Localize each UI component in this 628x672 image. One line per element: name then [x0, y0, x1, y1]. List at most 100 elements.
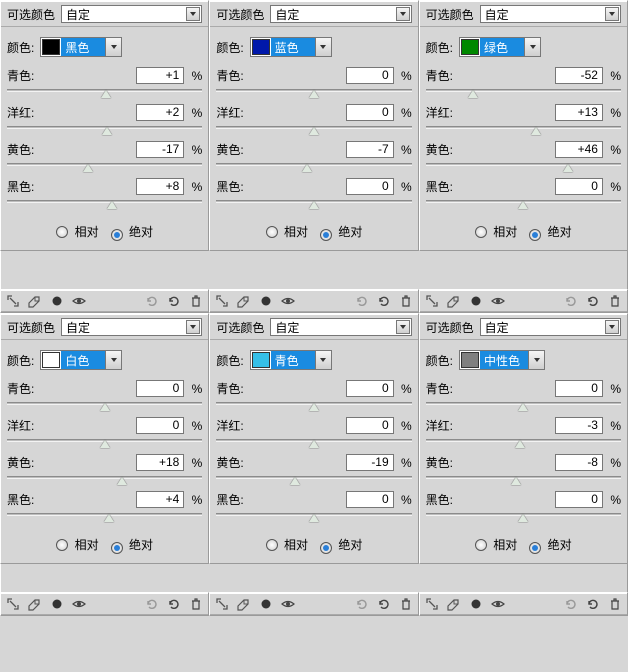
- reset-icon[interactable]: [354, 294, 370, 308]
- color-dropdown[interactable]: 黑色: [40, 37, 122, 57]
- hand-icon[interactable]: [424, 597, 440, 611]
- cyan-slider[interactable]: [216, 86, 411, 100]
- hand-icon[interactable]: [5, 294, 21, 308]
- magenta-input[interactable]: 0: [346, 417, 394, 434]
- refresh-icon[interactable]: [166, 294, 182, 308]
- magenta-slider[interactable]: [7, 436, 202, 450]
- circle-filled-icon[interactable]: [468, 597, 484, 611]
- black-slider[interactable]: [426, 510, 621, 524]
- absolute-radio-label[interactable]: 绝对: [111, 536, 153, 553]
- relative-radio[interactable]: [266, 539, 278, 551]
- relative-radio-label[interactable]: 相对: [266, 223, 308, 240]
- preset-dropdown[interactable]: 自定: [480, 318, 621, 336]
- yellow-slider[interactable]: [7, 473, 202, 487]
- magenta-input[interactable]: -3: [555, 417, 603, 434]
- circle-filled-icon[interactable]: [49, 294, 65, 308]
- refresh-icon[interactable]: [376, 294, 392, 308]
- relative-radio[interactable]: [56, 539, 68, 551]
- clip-icon[interactable]: [446, 597, 462, 611]
- cyan-input[interactable]: +1: [136, 67, 184, 84]
- relative-radio-label[interactable]: 相对: [56, 536, 98, 553]
- cyan-slider[interactable]: [426, 399, 621, 413]
- cyan-slider[interactable]: [426, 86, 621, 100]
- trash-icon[interactable]: [188, 597, 204, 611]
- black-input[interactable]: 0: [346, 178, 394, 195]
- reset-icon[interactable]: [144, 294, 160, 308]
- preset-dropdown[interactable]: 自定: [61, 318, 202, 336]
- eye-icon[interactable]: [280, 597, 296, 611]
- preset-dropdown[interactable]: 自定: [270, 318, 411, 336]
- magenta-slider[interactable]: [426, 123, 621, 137]
- clip-icon[interactable]: [446, 294, 462, 308]
- relative-radio-label[interactable]: 相对: [475, 536, 517, 553]
- relative-radio[interactable]: [266, 226, 278, 238]
- black-slider[interactable]: [216, 510, 411, 524]
- color-dropdown[interactable]: 绿色: [459, 37, 541, 57]
- eye-icon[interactable]: [490, 597, 506, 611]
- yellow-input[interactable]: -19: [346, 454, 394, 471]
- black-slider[interactable]: [7, 510, 202, 524]
- relative-radio-label[interactable]: 相对: [475, 223, 517, 240]
- yellow-slider[interactable]: [216, 473, 411, 487]
- relative-radio[interactable]: [475, 226, 487, 238]
- absolute-radio-label[interactable]: 绝对: [529, 536, 571, 553]
- relative-radio[interactable]: [56, 226, 68, 238]
- preset-dropdown[interactable]: 自定: [61, 5, 202, 23]
- magenta-input[interactable]: +2: [136, 104, 184, 121]
- reset-icon[interactable]: [563, 294, 579, 308]
- hand-icon[interactable]: [424, 294, 440, 308]
- trash-icon[interactable]: [398, 597, 414, 611]
- cyan-slider[interactable]: [216, 399, 411, 413]
- magenta-input[interactable]: +13: [555, 104, 603, 121]
- refresh-icon[interactable]: [585, 294, 601, 308]
- black-input[interactable]: 0: [555, 178, 603, 195]
- black-slider[interactable]: [7, 197, 202, 211]
- cyan-input[interactable]: 0: [136, 380, 184, 397]
- refresh-icon[interactable]: [166, 597, 182, 611]
- cyan-slider[interactable]: [7, 86, 202, 100]
- absolute-radio-label[interactable]: 绝对: [111, 223, 153, 240]
- yellow-slider[interactable]: [216, 160, 411, 174]
- cyan-input[interactable]: 0: [346, 67, 394, 84]
- absolute-radio[interactable]: [111, 229, 123, 241]
- preset-dropdown[interactable]: 自定: [480, 5, 621, 23]
- refresh-icon[interactable]: [585, 597, 601, 611]
- black-input[interactable]: +8: [136, 178, 184, 195]
- cyan-slider[interactable]: [7, 399, 202, 413]
- magenta-slider[interactable]: [216, 123, 411, 137]
- trash-icon[interactable]: [188, 294, 204, 308]
- reset-icon[interactable]: [144, 597, 160, 611]
- hand-icon[interactable]: [214, 597, 230, 611]
- absolute-radio[interactable]: [320, 229, 332, 241]
- magenta-slider[interactable]: [216, 436, 411, 450]
- circle-filled-icon[interactable]: [258, 294, 274, 308]
- black-input[interactable]: 0: [346, 491, 394, 508]
- trash-icon[interactable]: [607, 597, 623, 611]
- color-dropdown[interactable]: 中性色: [459, 350, 545, 370]
- hand-icon[interactable]: [5, 597, 21, 611]
- absolute-radio-label[interactable]: 绝对: [320, 223, 362, 240]
- relative-radio-label[interactable]: 相对: [266, 536, 308, 553]
- yellow-input[interactable]: -17: [136, 141, 184, 158]
- trash-icon[interactable]: [398, 294, 414, 308]
- color-dropdown[interactable]: 青色: [250, 350, 332, 370]
- clip-icon[interactable]: [236, 597, 252, 611]
- magenta-input[interactable]: 0: [346, 104, 394, 121]
- relative-radio[interactable]: [475, 539, 487, 551]
- circle-filled-icon[interactable]: [258, 597, 274, 611]
- black-slider[interactable]: [426, 197, 621, 211]
- cyan-input[interactable]: -52: [555, 67, 603, 84]
- clip-icon[interactable]: [27, 597, 43, 611]
- relative-radio-label[interactable]: 相对: [56, 223, 98, 240]
- eye-icon[interactable]: [71, 597, 87, 611]
- eye-icon[interactable]: [71, 294, 87, 308]
- circle-filled-icon[interactable]: [468, 294, 484, 308]
- absolute-radio-label[interactable]: 绝对: [320, 536, 362, 553]
- yellow-slider[interactable]: [7, 160, 202, 174]
- absolute-radio-label[interactable]: 绝对: [529, 223, 571, 240]
- yellow-input[interactable]: -8: [555, 454, 603, 471]
- reset-icon[interactable]: [563, 597, 579, 611]
- absolute-radio[interactable]: [111, 542, 123, 554]
- circle-filled-icon[interactable]: [49, 597, 65, 611]
- trash-icon[interactable]: [607, 294, 623, 308]
